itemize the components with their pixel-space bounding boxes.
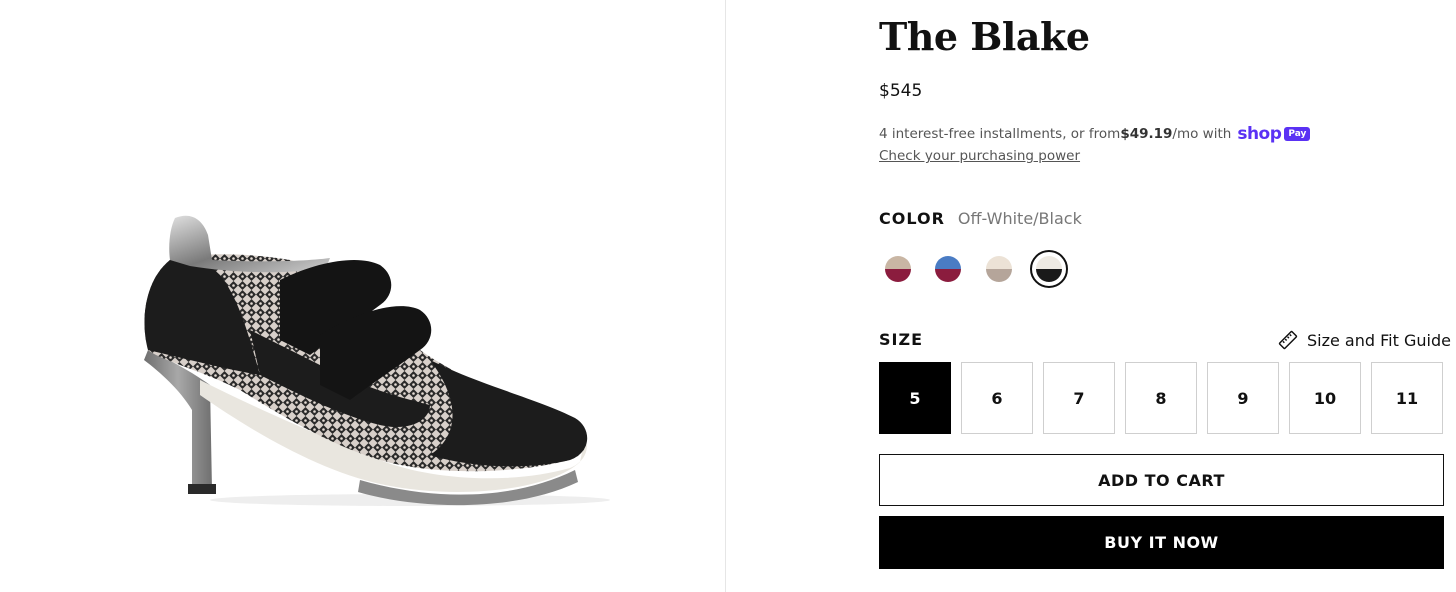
color-swatch-beige-taupe[interactable] [980,250,1018,288]
purchasing-power-link[interactable]: Check your purchasing power [879,148,1080,164]
installments-info: 4 interest-free installments, or from $4… [879,124,1311,144]
ruler-icon [1278,330,1298,350]
product-image-panel [0,0,725,592]
size-option-5[interactable]: 5 [879,362,951,434]
panel-divider [725,0,726,592]
size-option-11[interactable]: 11 [1371,362,1443,434]
selected-color-name: Off-White/Black [957,209,1082,228]
shop-wordmark: shop [1237,124,1282,144]
product-price: $545 [879,81,923,101]
color-label: COLOR [879,209,945,228]
size-option-7[interactable]: 7 [1043,362,1115,434]
shop-pay-logo[interactable]: shop Pay [1237,124,1311,144]
installments-prefix: 4 interest-free installments, or from [879,126,1121,142]
size-option-8[interactable]: 8 [1125,362,1197,434]
add-to-cart-button[interactable]: ADD TO CART [879,454,1444,506]
installments-amount: $49.19 [1120,126,1173,142]
color-swatch-burgundy-beige[interactable] [879,250,917,288]
product-title: The Blake [879,14,1090,59]
size-label: SIZE [879,330,924,349]
swatch-fill [885,256,911,282]
swatch-fill [986,256,1012,282]
size-option-6[interactable]: 6 [961,362,1033,434]
size-option-9[interactable]: 9 [1207,362,1279,434]
buy-it-now-button[interactable]: BUY IT NOW [879,516,1444,569]
swatch-fill [1036,256,1062,282]
size-fit-guide-label: Size and Fit Guide [1307,330,1451,350]
product-image[interactable] [130,200,610,520]
color-swatch-off-white-black[interactable] [1030,250,1068,288]
size-fit-guide-link[interactable]: Size and Fit Guide [1277,329,1451,351]
swatch-fill [935,256,961,282]
size-option-10[interactable]: 10 [1289,362,1361,434]
pay-badge: Pay [1284,127,1311,141]
installments-suffix: /mo with [1172,126,1232,142]
color-swatch-blue-burgundy[interactable] [929,250,967,288]
color-selector-header: COLOR Off-White/Black [879,209,1082,228]
